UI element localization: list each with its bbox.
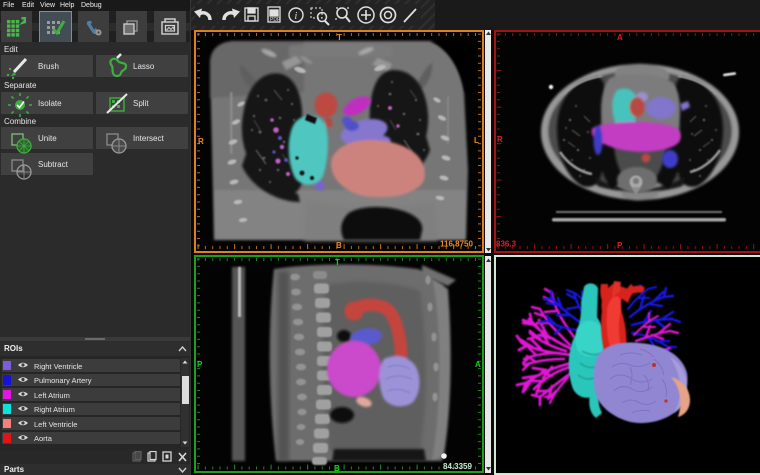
svg-text:B: B [334, 464, 340, 473]
svg-text:P: P [617, 241, 623, 250]
svg-text:B: B [336, 241, 342, 250]
svg-text:PDF: PDF [270, 17, 280, 23]
svg-text:T: T [337, 33, 342, 42]
svg-text:T: T [335, 258, 340, 267]
svg-text:R: R [497, 135, 503, 144]
svg-text:R: R [198, 137, 204, 146]
svg-text:P: P [197, 360, 203, 369]
svg-text:A: A [617, 33, 623, 42]
svg-text:116.8750: 116.8750 [440, 240, 473, 249]
svg-text:84.3359: 84.3359 [443, 462, 472, 471]
svg-text:A: A [475, 360, 481, 369]
svg-text:836.3: 836.3 [496, 240, 517, 249]
svg-text:i: i [295, 11, 298, 22]
svg-text:L: L [474, 136, 479, 145]
